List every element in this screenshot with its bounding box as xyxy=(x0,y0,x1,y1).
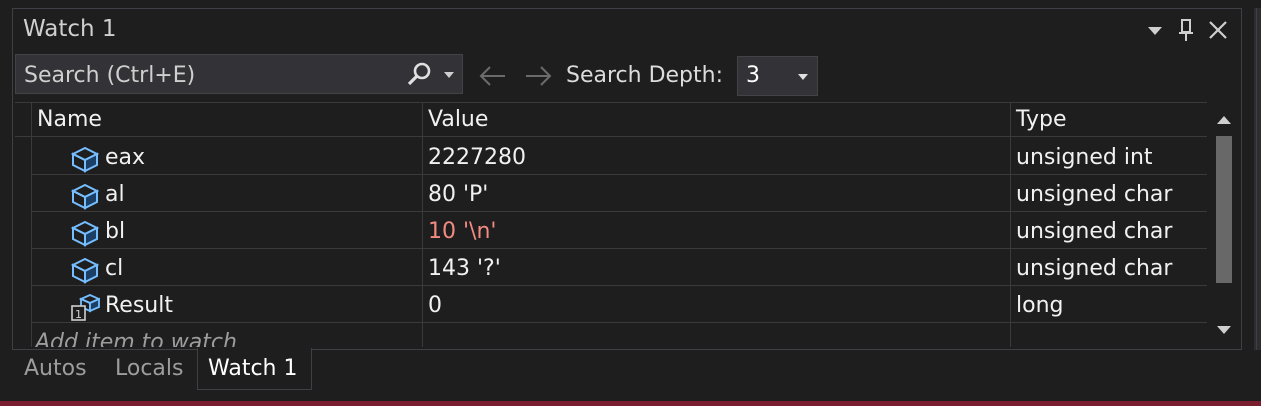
tab-watch-1[interactable]: Watch 1 xyxy=(208,354,297,384)
row-type: long xyxy=(1016,293,1064,318)
row-type: unsigned int xyxy=(1016,145,1153,170)
variable-box-icon xyxy=(70,183,100,210)
row-value-changed[interactable]: 10 '\n' xyxy=(428,217,496,247)
variable-box-icon xyxy=(70,220,100,247)
search-depth-dropdown-arrow[interactable] xyxy=(795,64,811,90)
grid-line xyxy=(31,211,1207,212)
search-icon xyxy=(407,62,431,86)
column-header-name[interactable]: Name xyxy=(37,105,102,135)
dropdown-triangle-icon xyxy=(1148,27,1162,35)
row-type: unsigned char xyxy=(1016,182,1173,207)
search-previous-button[interactable] xyxy=(478,58,508,94)
scroll-up-button[interactable] xyxy=(1214,110,1234,130)
grid-line xyxy=(422,102,423,347)
scroll-down-button[interactable] xyxy=(1214,320,1234,340)
close-button[interactable] xyxy=(1206,15,1230,45)
scroll-thumb[interactable] xyxy=(1216,136,1232,283)
close-icon xyxy=(1209,21,1227,39)
chevron-down-icon xyxy=(444,72,454,78)
scroll-up-icon xyxy=(1217,116,1231,124)
status-accent-bar xyxy=(0,401,1261,406)
search-next-button[interactable] xyxy=(523,58,553,94)
chevron-down-icon xyxy=(798,74,808,80)
watch-grid: Name Value Type eax 2227280 unsigned int… xyxy=(15,102,1207,347)
svg-text:1: 1 xyxy=(75,308,82,321)
window-menu-button[interactable] xyxy=(1145,15,1165,45)
tab-locals[interactable]: Locals xyxy=(115,354,183,384)
pin-icon xyxy=(1179,19,1193,41)
row-value[interactable]: 80 'P' xyxy=(428,180,488,210)
tab-autos[interactable]: Autos xyxy=(24,354,87,384)
return-value-icon: 1 xyxy=(71,294,100,321)
search-button[interactable] xyxy=(405,60,435,90)
adjacent-panel-border xyxy=(1256,8,1257,350)
row-value[interactable]: 2227280 xyxy=(428,143,526,173)
row-name: bl xyxy=(105,219,126,244)
grid-line xyxy=(31,322,1207,323)
variable-box-icon xyxy=(70,257,100,284)
search-input[interactable] xyxy=(24,60,394,90)
add-item-placeholder[interactable]: Add item to watch xyxy=(35,328,237,347)
row-name: al xyxy=(105,182,125,207)
row-type: unsigned char xyxy=(1016,256,1173,281)
grid-line xyxy=(15,102,1207,103)
arrow-left-icon xyxy=(479,66,505,86)
panel-title: Watch 1 xyxy=(23,16,117,42)
grid-line xyxy=(31,102,32,347)
grid-line xyxy=(31,285,1207,286)
search-options-dropdown[interactable] xyxy=(441,62,457,88)
row-type: unsigned char xyxy=(1016,219,1173,244)
arrow-right-icon xyxy=(526,66,552,86)
variable-box-icon xyxy=(70,146,100,173)
row-value[interactable]: 143 '?' xyxy=(428,254,501,284)
column-header-type[interactable]: Type xyxy=(1016,105,1067,135)
row-name: eax xyxy=(105,145,146,170)
column-header-value[interactable]: Value xyxy=(428,105,488,135)
grid-line xyxy=(31,248,1207,249)
row-value[interactable]: 0 xyxy=(428,291,442,321)
pin-button[interactable] xyxy=(1175,15,1197,45)
scroll-down-icon xyxy=(1217,326,1231,334)
search-depth-value: 3 xyxy=(746,63,760,88)
grid-line xyxy=(15,136,1207,137)
row-name: Result xyxy=(105,293,173,318)
grid-line xyxy=(31,174,1207,175)
row-name: cl xyxy=(105,256,124,281)
grid-line xyxy=(1010,102,1011,347)
search-depth-label: Search Depth: xyxy=(566,63,723,88)
